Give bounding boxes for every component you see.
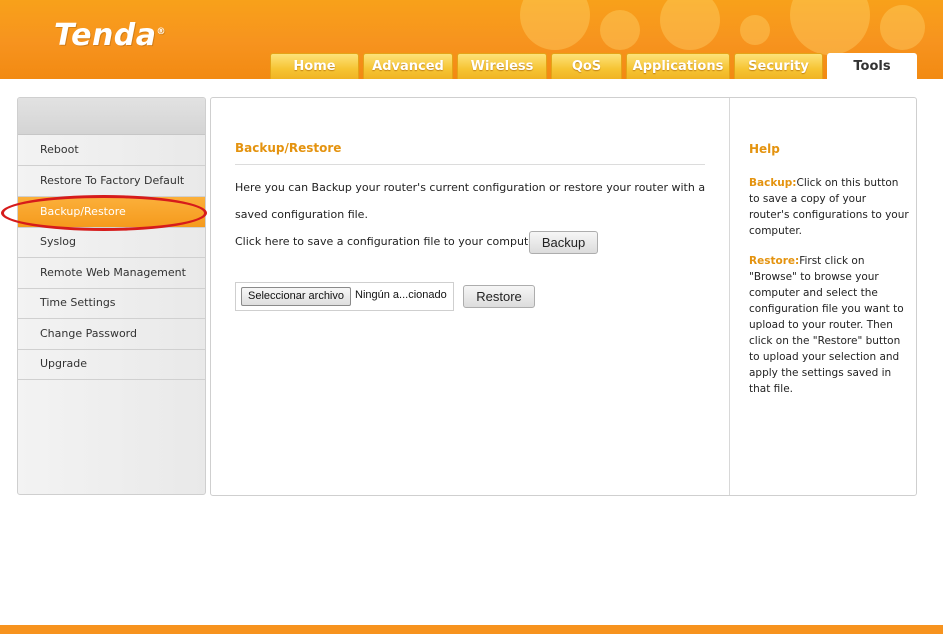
panel-divider — [729, 98, 730, 495]
tab-advanced[interactable]: Advanced — [363, 53, 453, 79]
sidebar: Reboot Restore To Factory Default Backup… — [17, 97, 206, 495]
tab-tools[interactable]: Tools — [827, 53, 917, 79]
tab-security[interactable]: Security — [734, 53, 823, 79]
main-panel: Backup/Restore Here you can Backup your … — [210, 97, 917, 496]
footer-bar — [0, 625, 943, 634]
highlight-annotation-oval — [1, 195, 207, 231]
help-restore-desc: First click on "Browse" to browse your c… — [749, 255, 904, 395]
tab-qos[interactable]: QoS — [551, 53, 622, 79]
sidebar-item-upgrade[interactable]: Upgrade — [18, 349, 205, 380]
tab-wireless[interactable]: Wireless — [457, 53, 547, 79]
file-chooser: Seleccionar archivo Ningún a...cionado — [235, 282, 454, 311]
sidebar-item-reboot[interactable]: Reboot — [18, 135, 205, 166]
save-config-prompt: Click here to save a configuration file … — [235, 235, 544, 248]
header-banner: Tenda® Home Advanced Wireless QoS Applic… — [0, 0, 943, 79]
help-restore-key: Restore: — [749, 255, 800, 267]
sidebar-item-remote-web-management[interactable]: Remote Web Management — [18, 258, 205, 289]
tenda-logo: Tenda® — [54, 18, 167, 53]
sidebar-item-syslog[interactable]: Syslog — [18, 227, 205, 258]
intro-text-line-2: saved configuration file. — [235, 208, 368, 221]
help-backup-text: Backup:Click on this button to save a co… — [749, 175, 909, 239]
sidebar-item-change-password[interactable]: Change Password — [18, 319, 205, 350]
page-title: Backup/Restore — [235, 141, 342, 155]
help-backup-key: Backup: — [749, 177, 797, 189]
restore-button[interactable]: Restore — [463, 285, 535, 308]
sidebar-header — [18, 98, 205, 135]
selected-file-name: Ningún a...cionado — [355, 289, 447, 301]
main-nav-tabs: Home Advanced Wireless QoS Applications … — [0, 53, 943, 79]
help-title: Help — [749, 142, 780, 156]
help-restore-text: Restore:First click on "Browse" to brows… — [749, 253, 909, 397]
intro-text-line-1: Here you can Backup your router's curren… — [235, 181, 706, 194]
backup-button[interactable]: Backup — [529, 231, 598, 254]
choose-file-button[interactable]: Seleccionar archivo — [241, 287, 351, 306]
title-underline — [235, 164, 705, 165]
tab-home[interactable]: Home — [270, 53, 359, 79]
sidebar-item-restore-factory-default[interactable]: Restore To Factory Default — [18, 166, 205, 197]
tab-applications[interactable]: Applications — [626, 53, 730, 79]
sidebar-item-time-settings[interactable]: Time Settings — [18, 288, 205, 319]
